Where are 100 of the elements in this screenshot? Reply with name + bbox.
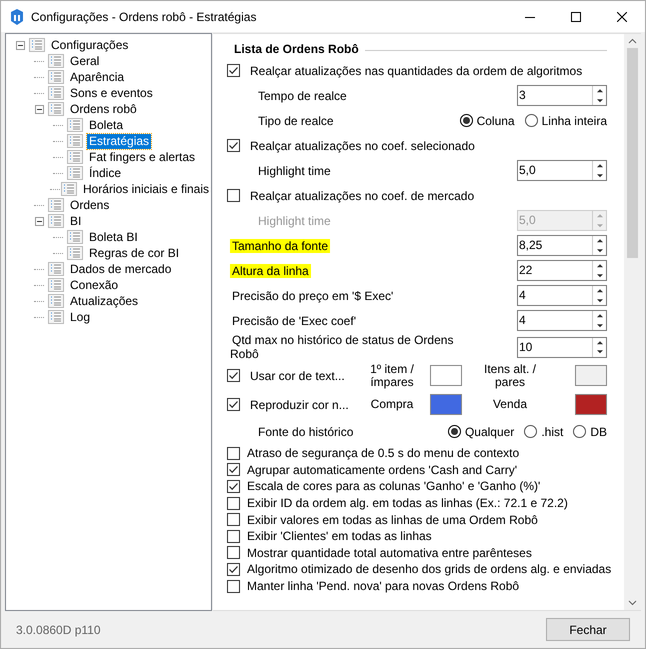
color-label: Itens alt. / pares — [482, 362, 538, 388]
maximize-icon — [571, 12, 581, 22]
setting-label: Highlight time — [257, 164, 332, 178]
option-label: Agrupar automaticamente ordens 'Cash and Carry' — [247, 462, 518, 479]
checkbox[interactable] — [227, 513, 240, 526]
page-icon — [67, 134, 83, 148]
option-label: Exibir 'Clientes' em todas as linhas — [247, 528, 432, 546]
setting-label: Precisão de 'Exec coef' — [231, 314, 357, 328]
version-label: 3.0.0860D p110 — [16, 622, 101, 638]
page-icon — [48, 278, 64, 292]
checkbox[interactable] — [227, 398, 240, 411]
option-label: Escala de cores para as colunas 'Ganho' e 'Ganho (%)' — [247, 478, 540, 496]
tree-item[interactable]: Ordens — [68, 198, 112, 212]
page-icon — [48, 70, 64, 84]
page-icon — [48, 262, 64, 276]
checkbox[interactable] — [227, 189, 240, 202]
color-swatch[interactable] — [430, 394, 462, 415]
tree-item[interactable]: Conexão — [68, 278, 120, 292]
color-swatch[interactable] — [575, 365, 607, 386]
setting-label: Highlight time — [257, 214, 332, 228]
option-label: Exibir valores em todas as linhas de uma Ordem Robô — [247, 512, 538, 529]
radio-circle[interactable] — [448, 425, 461, 438]
checkbox[interactable] — [227, 480, 240, 493]
radio-option[interactable]: Coluna — [460, 112, 515, 130]
number-spinner[interactable]: 3 — [517, 85, 607, 106]
number-spinner[interactable]: 4 — [517, 285, 607, 306]
setting-label: Fonte do histórico — [257, 424, 354, 440]
page-icon — [48, 54, 64, 68]
option-label: Manter linha 'Pend. nova' para novas Ordens Robô — [247, 578, 520, 596]
page-icon — [67, 230, 83, 244]
number-spinner[interactable]: 4 — [517, 310, 607, 331]
page-icon — [48, 102, 64, 116]
tree-item[interactable]: Ordens robô — [68, 102, 139, 116]
scrollbar-thumb[interactable] — [627, 48, 638, 258]
tree-item[interactable]: Boleta BI — [87, 230, 140, 244]
color-swatch[interactable] — [430, 365, 462, 386]
close-icon — [617, 12, 627, 22]
checkbox[interactable] — [227, 463, 240, 476]
setting-label: Realçar atualizações no coef. selecionado — [249, 138, 476, 154]
tree-item[interactable]: BI — [68, 214, 84, 228]
checkbox[interactable] — [227, 139, 240, 152]
option-label: Atraso de segurança de 0.5 s do menu de contexto — [247, 445, 520, 462]
number-spinner[interactable]: 10 — [517, 336, 607, 358]
checkbox[interactable] — [227, 496, 240, 510]
radio-option[interactable]: .hist — [524, 422, 564, 440]
checkbox[interactable] — [227, 369, 240, 382]
checkbox[interactable] — [227, 580, 240, 593]
color-swatch[interactable] — [575, 394, 607, 415]
tree-item[interactable]: Estratégias — [87, 134, 152, 148]
tree-item[interactable]: Sons e eventos — [68, 86, 155, 100]
tree-item[interactable]: Regras de cor BI — [87, 246, 182, 260]
page-icon — [67, 166, 83, 180]
setting-label: Precisão do preço em '$ Exec' — [231, 288, 394, 302]
setting-label: Realçar atualizações no coef. de mercado — [249, 188, 476, 204]
tree-item[interactable]: Índice — [87, 166, 124, 180]
option-label: Mostrar quantidade total automativa entre parênteses — [247, 544, 532, 562]
setting-label: Realçar atualizações nas quantidades da ordem de algoritmos — [249, 62, 584, 80]
app-icon — [9, 8, 25, 26]
radio-option[interactable]: Qualquer — [448, 422, 514, 440]
page-icon — [48, 310, 64, 324]
option-label: Exibir ID da ordem alg. em todas as linhas (Ex.: 72.1 e 72.2) — [247, 495, 568, 512]
collapse-icon[interactable] — [34, 216, 44, 226]
tree-item[interactable]: Fat fingers e alertas — [87, 150, 198, 164]
checkbox[interactable] — [227, 530, 240, 543]
page-icon — [67, 118, 83, 132]
tree-item[interactable]: Dados de mercado — [68, 262, 174, 276]
page-icon — [48, 294, 64, 308]
radio-option[interactable]: Linha inteira — [524, 112, 607, 130]
tree-item[interactable]: Horários iniciais e finais — [80, 182, 211, 196]
checkbox[interactable] — [227, 446, 240, 460]
color-label: Venda — [492, 398, 528, 411]
page-icon — [67, 150, 83, 164]
tree-item[interactable]: Log — [68, 310, 92, 324]
radio-option[interactable]: DB — [573, 422, 607, 440]
radio-circle[interactable] — [460, 114, 473, 127]
color-label: Compra — [370, 398, 414, 411]
collapse-icon[interactable] — [34, 104, 44, 114]
tree-item[interactable]: Geral — [68, 54, 102, 68]
tree-item[interactable]: Configurações — [49, 38, 130, 52]
close-dialog-button[interactable]: Fechar — [546, 618, 630, 641]
number-spinner[interactable]: 8,25 — [517, 235, 607, 256]
collapse-icon[interactable] — [16, 40, 24, 50]
setting-label: Reproduzir cor n... — [249, 396, 350, 414]
setting-label: Tipo de realce — [257, 112, 335, 130]
page-icon — [29, 38, 45, 52]
window-title: Configurações - Ordens robô - Estratégias — [31, 8, 256, 26]
tree-item[interactable]: Boleta — [87, 118, 126, 132]
number-spinner[interactable]: 22 — [517, 260, 607, 281]
page-icon — [67, 246, 83, 260]
checkbox[interactable] — [227, 546, 240, 560]
tree-item[interactable]: Atualizações — [68, 294, 140, 308]
color-label: 1º item / ímpares — [369, 362, 415, 388]
checkbox[interactable] — [227, 64, 240, 77]
setting-label: Usar cor de text... — [249, 368, 346, 384]
number-spinner[interactable]: 5,0 — [517, 160, 607, 181]
page-icon — [48, 214, 64, 228]
setting-label: Altura da linha — [230, 264, 311, 278]
scrollbar[interactable] — [624, 34, 641, 610]
tree-item[interactable]: Aparência — [68, 70, 126, 84]
checkbox[interactable] — [227, 562, 240, 576]
